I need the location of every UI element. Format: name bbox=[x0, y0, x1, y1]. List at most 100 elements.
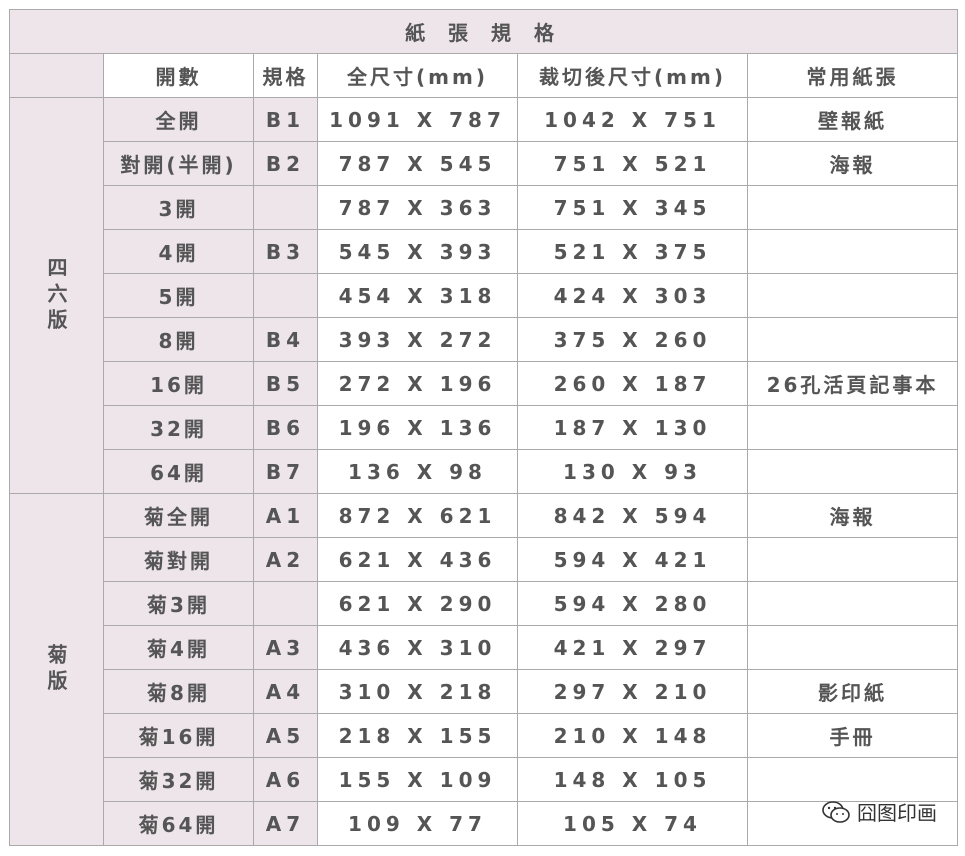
cell-spec bbox=[253, 185, 318, 230]
group-label-46: 四六版 bbox=[9, 97, 104, 494]
cell-kai: 菊3開 bbox=[103, 581, 254, 626]
cell-full: 136 X 98 bbox=[317, 449, 518, 494]
cell-common: 手冊 bbox=[746, 713, 959, 758]
cell-cut: 1042 X 751 bbox=[517, 97, 748, 142]
table-row: 菊對開 A2 621 X 436 594 X 421 bbox=[10, 537, 959, 582]
cell-spec: B4 bbox=[253, 317, 318, 362]
cell-common bbox=[746, 185, 959, 230]
cell-cut: 842 X 594 bbox=[517, 493, 748, 538]
paper-size-table: 紙 張 規 格 開數 規格 全尺寸(mm) 裁切後尺寸(mm) 常用紙張 四六版… bbox=[8, 9, 959, 846]
table-row: 3開 787 X 363 751 X 345 bbox=[10, 185, 959, 230]
group-label-ju: 菊版 bbox=[9, 493, 104, 846]
cell-full: 393 X 272 bbox=[317, 317, 518, 362]
cell-cut: 751 X 521 bbox=[517, 141, 748, 186]
cell-cut: 424 X 303 bbox=[517, 273, 748, 318]
cell-cut: 297 X 210 bbox=[517, 669, 748, 714]
table-row: 菊4開 A3 436 X 310 421 X 297 bbox=[10, 625, 959, 670]
cell-kai: 64開 bbox=[103, 449, 254, 494]
cell-common: 影印紙 bbox=[746, 669, 959, 714]
cell-full: 196 X 136 bbox=[317, 405, 518, 450]
cell-common: 26孔活頁記事本 bbox=[746, 361, 959, 406]
cell-common bbox=[746, 581, 959, 626]
wechat-icon bbox=[822, 800, 850, 823]
cell-cut: 148 X 105 bbox=[517, 757, 748, 802]
cell-full: 621 X 436 bbox=[317, 537, 518, 582]
cell-kai: 3開 bbox=[103, 185, 254, 230]
table-row: 菊版 菊全開 A1 872 X 621 842 X 594 海報 bbox=[9, 493, 959, 846]
cell-spec: B1 bbox=[253, 97, 318, 142]
cell-spec: A1 bbox=[253, 493, 318, 538]
table-row: 8開 B4 393 X 272 375 X 260 bbox=[10, 317, 959, 362]
table-row: 64開 B7 136 X 98 130 X 93 bbox=[10, 449, 959, 494]
table-row: 菊64開 A7 109 X 77 105 X 74 bbox=[10, 801, 959, 846]
cell-full: 872 X 621 bbox=[317, 493, 518, 538]
cell-spec: A4 bbox=[253, 669, 318, 714]
cell-full: 272 X 196 bbox=[317, 361, 518, 406]
cell-spec: A7 bbox=[253, 801, 318, 846]
table-row: 菊32開 A6 155 X 109 148 X 105 bbox=[10, 757, 959, 802]
cell-common bbox=[746, 449, 959, 494]
cell-spec: A3 bbox=[253, 625, 318, 670]
cell-full: 436 X 310 bbox=[317, 625, 518, 670]
title-row: 紙 張 規 格 bbox=[8, 9, 959, 54]
cell-common: 海報 bbox=[746, 141, 959, 186]
cell-kai: 4開 bbox=[103, 229, 254, 274]
cell-kai: 16開 bbox=[103, 361, 254, 406]
cell-full: 109 X 77 bbox=[317, 801, 518, 846]
cell-common: 海報 bbox=[746, 493, 959, 538]
cell-spec: A5 bbox=[253, 713, 318, 758]
paper-size-table-container: 紙 張 規 格 開數 規格 全尺寸(mm) 裁切後尺寸(mm) 常用紙張 四六版… bbox=[8, 9, 959, 846]
header-spec: 規格 bbox=[253, 53, 318, 98]
cell-kai: 全開 bbox=[103, 97, 254, 142]
table-row: 4開 B3 545 X 393 521 X 375 bbox=[10, 229, 959, 274]
cell-spec: B5 bbox=[253, 361, 318, 406]
table-row: 32開 B6 196 X 136 187 X 130 bbox=[10, 405, 959, 450]
table-row: 16開 B5 272 X 196 260 X 187 26孔活頁記事本 bbox=[10, 361, 959, 406]
cell-kai: 對開(半開) bbox=[103, 141, 254, 186]
header-common: 常用紙張 bbox=[746, 53, 959, 98]
table-row: 菊8開 A4 310 X 218 297 X 210 影印紙 bbox=[10, 669, 959, 714]
cell-full: 787 X 545 bbox=[317, 141, 518, 186]
cell-kai: 32開 bbox=[103, 405, 254, 450]
cell-cut: 594 X 280 bbox=[517, 581, 748, 626]
cell-spec: B6 bbox=[253, 405, 318, 450]
cell-full: 545 X 393 bbox=[317, 229, 518, 274]
cell-common bbox=[746, 757, 959, 802]
header-blank bbox=[9, 53, 104, 98]
cell-kai: 8開 bbox=[103, 317, 254, 362]
cell-spec: A2 bbox=[253, 537, 318, 582]
cell-kai: 5開 bbox=[103, 273, 254, 318]
cell-spec: B3 bbox=[253, 229, 318, 274]
cell-full: 454 X 318 bbox=[317, 273, 518, 318]
cell-common bbox=[746, 273, 959, 318]
cell-common bbox=[746, 537, 959, 582]
cell-kai: 菊4開 bbox=[103, 625, 254, 670]
cell-cut: 130 X 93 bbox=[517, 449, 748, 494]
cell-common bbox=[746, 625, 959, 670]
watermark-text: 囧图印画 bbox=[857, 801, 937, 825]
table-row: 四六版 全開 B1 1091 X 787 1042 X 751 壁報紙 bbox=[9, 97, 959, 494]
cell-kai: 菊8開 bbox=[103, 669, 254, 714]
table-row: 菊3開 621 X 290 594 X 280 bbox=[10, 581, 959, 626]
cell-cut: 375 X 260 bbox=[517, 317, 748, 362]
cell-full: 621 X 290 bbox=[317, 581, 518, 626]
header-kai: 開數 bbox=[103, 53, 254, 98]
cell-full: 310 X 218 bbox=[317, 669, 518, 714]
cell-cut: 260 X 187 bbox=[517, 361, 748, 406]
cell-cut: 751 X 345 bbox=[517, 185, 748, 230]
cell-spec: B7 bbox=[253, 449, 318, 494]
header-cut: 裁切後尺寸(mm) bbox=[517, 53, 748, 98]
table-row: 菊16開 A5 218 X 155 210 X 148 手冊 bbox=[10, 713, 959, 758]
cell-full: 218 X 155 bbox=[317, 713, 518, 758]
header-row: 開數 規格 全尺寸(mm) 裁切後尺寸(mm) 常用紙張 bbox=[9, 53, 959, 98]
cell-common bbox=[746, 405, 959, 450]
cell-full: 1091 X 787 bbox=[317, 97, 518, 142]
cell-kai: 菊對開 bbox=[103, 537, 254, 582]
header-full: 全尺寸(mm) bbox=[317, 53, 518, 98]
cell-cut: 521 X 375 bbox=[517, 229, 748, 274]
cell-common bbox=[746, 317, 959, 362]
table-row: 對開(半開) B2 787 X 545 751 X 521 海報 bbox=[10, 141, 959, 186]
cell-spec bbox=[253, 581, 318, 626]
cell-kai: 菊32開 bbox=[103, 757, 254, 802]
cell-common bbox=[746, 229, 959, 274]
